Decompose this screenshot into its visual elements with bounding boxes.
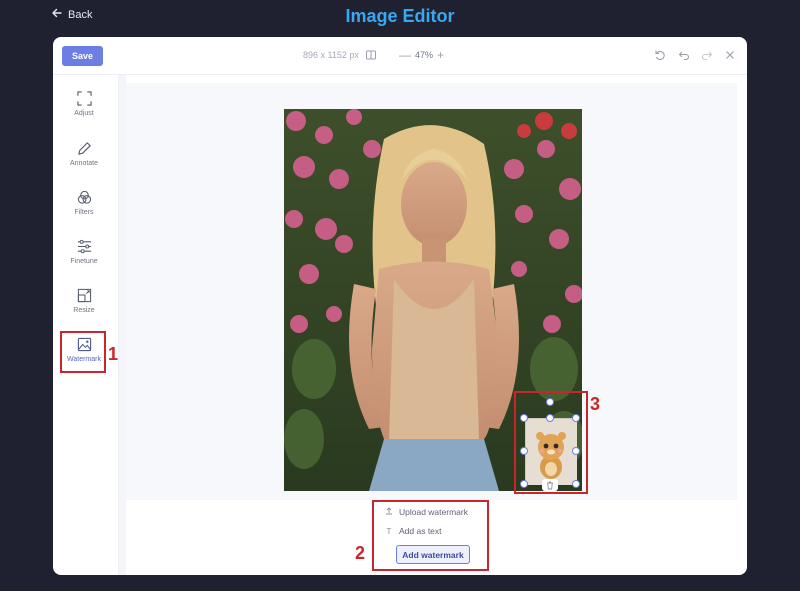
sidebar-item-adjust[interactable]: Adjust [59, 85, 109, 129]
sidebar-item-label: Adjust [74, 110, 94, 117]
resize-icon [77, 288, 91, 303]
sidebar-item-label: Annotate [69, 160, 99, 167]
zoom-level: 47% [415, 50, 434, 60]
sidebar-item-finetune[interactable]: Finetune [59, 233, 109, 277]
sidebar-item-label: Filters [74, 209, 94, 216]
annotation-box-1 [60, 331, 106, 373]
sidebar-divider [119, 75, 126, 575]
close-icon[interactable] [724, 49, 736, 61]
annotation-box-3 [514, 391, 588, 494]
compare-icon[interactable] [365, 49, 377, 61]
sidebar-item-filters[interactable]: Filters [59, 184, 109, 228]
filters-icon [77, 190, 91, 204]
annotation-number-2: 2 [355, 543, 366, 563]
pencil-icon [77, 142, 91, 155]
annotation-number-3: 3 [590, 394, 601, 414]
tool-sidebar: Adjust Annotate Filters Finetune Resize … [53, 75, 119, 575]
zoom-in-button[interactable]: + [437, 48, 444, 62]
zoom-out-button[interactable]: — [399, 48, 411, 62]
crop-icon [76, 91, 92, 106]
save-button[interactable]: Save [62, 46, 103, 66]
redo-icon[interactable] [701, 49, 713, 61]
annotation-box-2 [372, 500, 489, 571]
sidebar-item-label: Finetune [70, 258, 98, 265]
sidebar-item-label: Resize [73, 307, 95, 314]
reset-icon[interactable] [654, 49, 666, 61]
editor-card: Save 896 x 1152 px — 47% + Adjust Annota… [53, 37, 747, 575]
undo-icon[interactable] [678, 49, 690, 61]
page-title: Image Editor [345, 6, 455, 26]
top-bar: Back Image Editor [0, 0, 800, 36]
sidebar-item-annotate[interactable]: Annotate [59, 135, 109, 179]
image-dimensions: 896 x 1152 px [303, 50, 359, 60]
sidebar-item-resize[interactable]: Resize [59, 282, 109, 326]
sliders-icon [77, 239, 91, 254]
annotation-number-1: 1 [108, 344, 119, 364]
editor-toolbar: Save 896 x 1152 px — 47% + [53, 37, 747, 75]
